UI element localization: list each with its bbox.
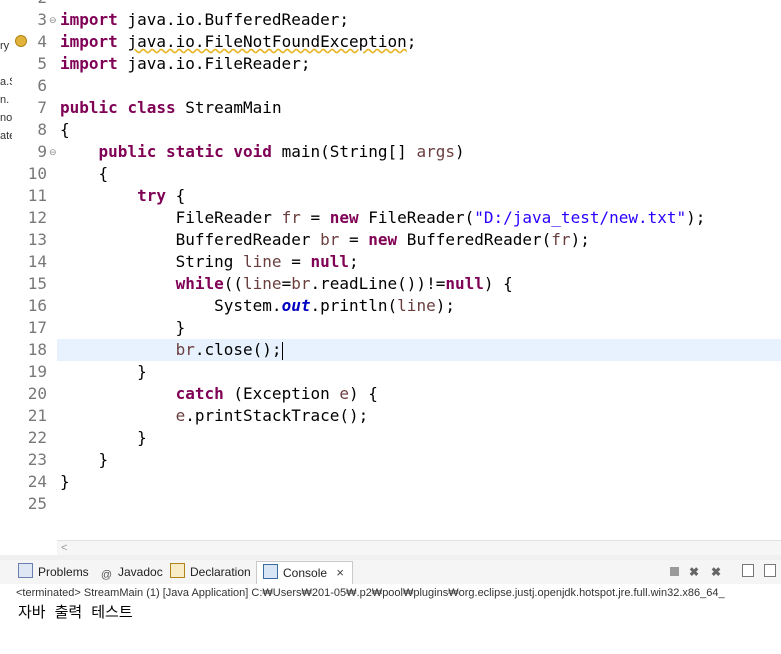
strip-fragment: ate [0,130,12,142]
line-number: 16 [27,296,47,315]
code-line: public class StreamMain [60,98,282,117]
line-number-ruler: 2 3 ⊖ 4 5 6 7 8 9 ⊖ 10 11 12 13 14 15 16… [13,0,57,540]
problems-icon [18,563,33,578]
tab-problems[interactable]: Problems [18,560,89,584]
code-line: while((line=br.readLine())!=null) { [175,274,513,293]
strip-fragment: n. [0,94,10,106]
code-line: } [137,428,147,447]
javadoc-icon: @ [100,569,113,581]
code-line: e.printStackTrace(); [175,406,369,425]
close-icon[interactable]: × [336,565,344,580]
code-editor[interactable]: ry a.S n. no ate 2 3 ⊖ 4 5 6 7 8 9 ⊖ 10 … [0,0,781,540]
code-line: } [175,318,186,337]
strip-fragment: no [0,112,12,124]
line-number: 5 [37,54,47,73]
strip-fragment: ry [0,40,10,52]
line-number: 22 [27,428,47,447]
text-caret [281,341,283,360]
line-number: 6 [37,76,47,95]
scroll-left-icon[interactable]: < [61,541,67,555]
line-number: 18 [27,340,47,359]
line-number: 12 [27,208,47,227]
line-number: 23 [27,450,47,469]
code-line: import java.io.BufferedReader; [60,10,349,29]
code-line: FileReader fr = new FileReader("D:/java_… [175,208,706,227]
line-number: 25 [27,494,47,513]
code-line: System.out.println(line); [214,296,455,315]
code-line: } [60,472,70,491]
code-line: import java.io.FileReader; [60,54,311,73]
line-number: 7 [37,98,47,117]
console-output-text: 자바 출력 테스트 [18,603,133,621]
code-line: import java.io.FileNotFoundException; [60,32,417,51]
word-wrap-icon[interactable] [762,564,778,580]
line-number: 17 [27,318,47,337]
line-number: 19 [27,362,47,381]
console-process-label: <terminated> StreamMain (1) [Java Applic… [0,584,781,602]
strip-fragment: a.S [0,76,12,88]
tab-label: Declaration [190,565,251,579]
code-line: } [137,362,147,381]
code-line: catch (Exception e) { [175,384,378,403]
line-number: 9 [37,142,47,161]
code-line: try { [137,186,186,205]
tab-label: Javadoc [118,565,163,579]
line-number: 3 [37,10,47,29]
line-number: 15 [27,274,47,293]
line-number: 24 [27,472,47,491]
tab-console[interactable]: Console × [256,561,353,585]
code-line: { [60,120,70,139]
tab-label: Console [283,566,328,580]
line-number: 8 [37,120,47,139]
code-line: { [98,164,109,183]
fold-collapse-icon[interactable]: ⊖ [49,141,57,163]
console-icon [263,564,278,579]
line-number: 13 [27,230,47,249]
remove-launch-icon[interactable]: ✖ [686,564,702,580]
bottom-panel-tabs: Problems @ Javadoc Declaration Console × … [0,560,781,585]
line-number: 11 [27,186,47,205]
line-number: 21 [27,406,47,425]
terminate-icon[interactable] [666,564,682,580]
line-number: 14 [27,252,47,271]
tab-declaration[interactable]: Declaration [170,560,251,584]
line-number: 20 [27,384,47,403]
code-line: BufferedReader br = new BufferedReader(f… [175,230,590,249]
remove-all-terminated-icon[interactable]: ✖ [708,564,724,580]
code-line: } [98,450,109,469]
warning-quickfix-icon[interactable] [15,35,27,47]
code-line: String line = null; [175,252,359,271]
line-number: 2 [13,0,47,9]
declaration-icon [170,563,185,578]
current-line: br.close(); [57,339,781,361]
code-line: public static void main(String[] args) [98,142,465,161]
warning-underline: java.io.FileNotFoundException [127,32,407,51]
package-explorer-edge: ry a.S n. no ate [0,0,14,540]
tab-javadoc[interactable]: @ Javadoc [100,560,163,584]
horizontal-scrollbar[interactable]: < [57,540,781,555]
console-output-area[interactable]: 자바 출력 테스트 [0,602,781,654]
scroll-lock-icon[interactable] [740,564,756,580]
fold-collapse-icon[interactable]: ⊖ [49,9,57,31]
tab-label: Problems [38,565,89,579]
line-number: 10 [27,164,47,183]
